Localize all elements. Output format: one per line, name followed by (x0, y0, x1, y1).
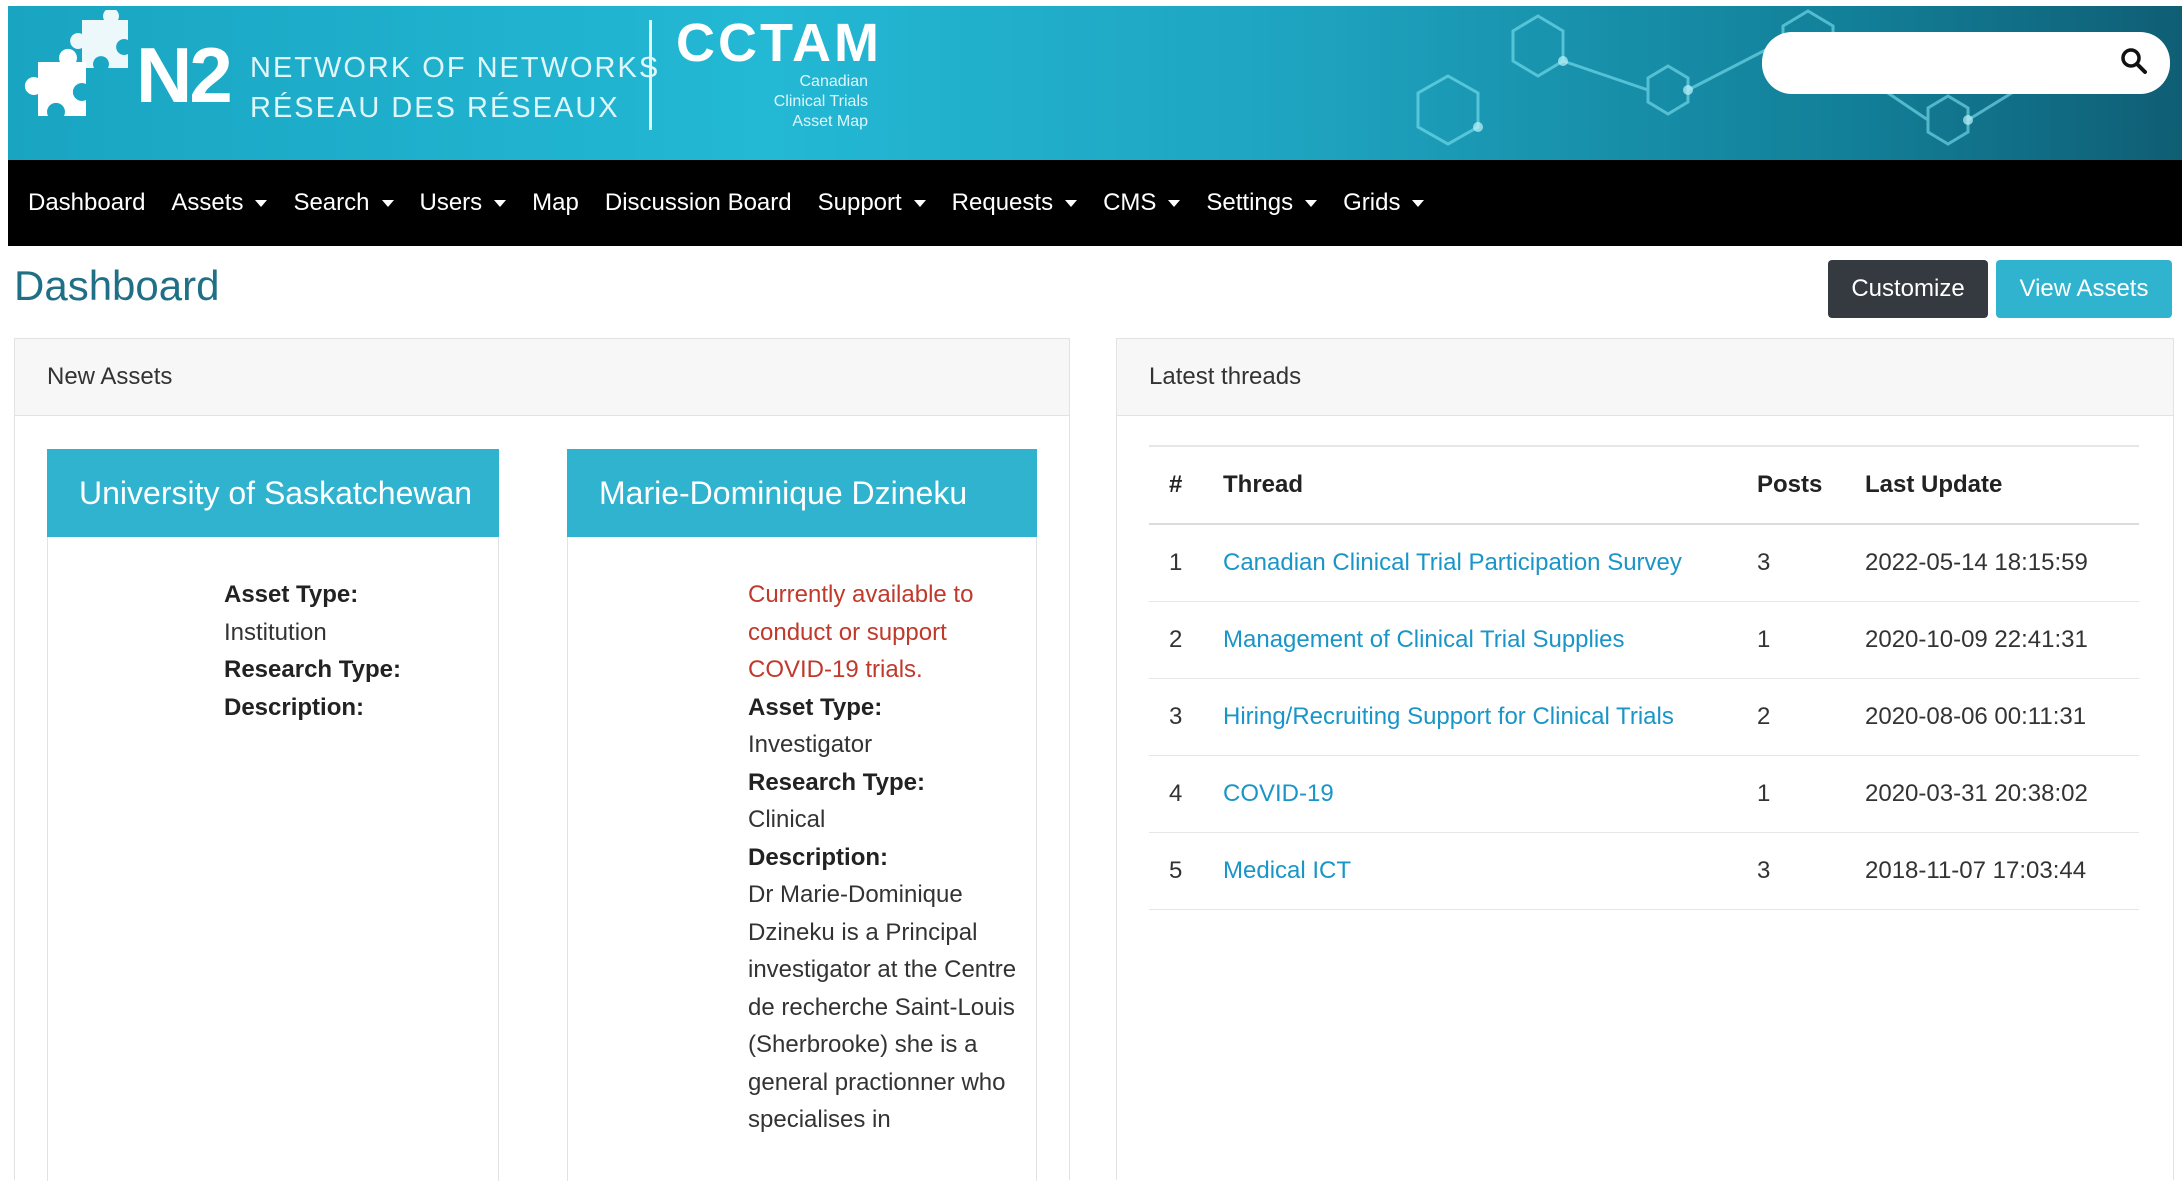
table-row: 4 COVID-19 1 2020-03-31 20:38:02 (1149, 755, 2139, 833)
research-type-value: Clinical (748, 806, 826, 833)
nav-label: Requests (951, 189, 1054, 216)
new-assets-panel: New Assets University of Saskatchewan As… (14, 338, 1070, 1181)
cctam-subtitle-line: Canadian (799, 73, 869, 90)
thread-link[interactable]: Hiring/Recruiting Support for Clinical T… (1223, 703, 1674, 730)
thread-posts: 2 (1757, 678, 1865, 756)
logo-divider (649, 20, 652, 130)
caret-down-icon (913, 199, 926, 207)
column-header-posts: Posts (1757, 445, 1865, 525)
thread-posts: 1 (1757, 755, 1865, 833)
nav-support[interactable]: Support (818, 189, 926, 217)
nav-label: Discussion Board (604, 189, 792, 216)
caret-down-icon (494, 199, 507, 207)
cctam-subtitle-line: Asset Map (792, 113, 868, 130)
nav-label: Users (419, 189, 483, 216)
nav-dashboard[interactable]: Dashboard (28, 189, 145, 217)
thread-link[interactable]: Medical ICT (1223, 857, 1351, 884)
thread-last-update: 2020-10-09 22:41:31 (1865, 601, 2139, 679)
nav-label: Support (817, 189, 902, 216)
latest-threads-panel: Latest threads # Thread Posts Last Updat… (1116, 338, 2174, 1180)
cctam-logo-text: CCTAM (676, 13, 882, 73)
description-label: Description: (224, 693, 365, 721)
caret-down-icon (255, 199, 268, 207)
thread-number: 5 (1149, 832, 1223, 910)
thread-number: 2 (1149, 601, 1223, 679)
caret-down-icon (381, 199, 394, 207)
thread-link[interactable]: COVID-19 (1223, 780, 1334, 807)
thread-link[interactable]: Management of Clinical Trial Supplies (1223, 626, 1625, 653)
thread-last-update: 2020-08-06 00:11:31 (1865, 678, 2139, 756)
network-of-networks-text: NETWORK OF NETWORKS (250, 52, 661, 84)
asset-card[interactable]: University of Saskatchewan Asset Type: I… (47, 449, 499, 1181)
asset-details: Asset Type: Institution Research Type: D… (224, 576, 484, 726)
new-assets-header: New Assets (15, 339, 1069, 416)
search-input[interactable] (1762, 32, 2170, 94)
thread-posts: 3 (1757, 524, 1865, 602)
covid-availability-note: Currently available to conduct or suppor… (748, 581, 974, 683)
customize-button[interactable]: Customize (1828, 260, 1988, 318)
asset-type-label: Asset Type: (224, 581, 359, 608)
cctam-subtitle-line: Clinical Trials (773, 93, 868, 110)
nav-label: Settings (1206, 189, 1294, 216)
nav-discussion-board[interactable]: Discussion Board (605, 189, 792, 217)
asset-card[interactable]: Marie-Dominique Dzineku Currently availa… (567, 449, 1037, 1181)
thread-number: 1 (1149, 524, 1223, 602)
nav-settings[interactable]: Settings (1206, 189, 1318, 217)
main-nav: Dashboard Assets Search Users Map Discus… (8, 160, 2182, 246)
nav-label: Assets (171, 189, 244, 216)
research-type-label: Research Type: (224, 656, 401, 683)
thread-posts: 3 (1757, 832, 1865, 910)
caret-down-icon (1305, 199, 1318, 207)
column-header-number: # (1149, 445, 1223, 525)
nav-users[interactable]: Users (420, 189, 507, 217)
asset-name[interactable]: University of Saskatchewan (47, 449, 499, 537)
puzzle-logo-icon (24, 10, 128, 116)
thread-last-update: 2018-11-07 17:03:44 (1865, 832, 2139, 910)
nav-cms[interactable]: CMS (1103, 189, 1181, 217)
nav-requests[interactable]: Requests (951, 189, 1078, 217)
asset-type-value: Investigator (748, 731, 873, 758)
research-type-label: Research Type: (748, 768, 925, 796)
thread-link[interactable]: Canadian Clinical Trial Participation Su… (1223, 549, 1682, 576)
caret-down-icon (1065, 199, 1078, 207)
description-value: Dr Marie-Dominique Dzineku is a Principa… (748, 881, 1017, 1133)
nav-label: Grids (1343, 189, 1401, 216)
threads-table: # Thread Posts Last Update 1 Canadian Cl… (1149, 445, 2139, 910)
thread-last-update: 2022-05-14 18:15:59 (1865, 524, 2139, 602)
nav-label: Search (293, 189, 370, 216)
table-row: 1 Canadian Clinical Trial Participation … (1149, 524, 2139, 602)
thread-number: 4 (1149, 755, 1223, 833)
nav-label: CMS (1103, 189, 1157, 216)
asset-type-label: Asset Type: (748, 693, 883, 721)
asset-name[interactable]: Marie-Dominique Dzineku (567, 449, 1037, 537)
thread-number: 3 (1149, 678, 1223, 756)
asset-type-value: Institution (224, 618, 327, 646)
column-header-thread: Thread (1223, 445, 1757, 525)
caret-down-icon (1412, 199, 1425, 207)
n2-logo-text: N2 (136, 31, 233, 119)
thread-last-update: 2020-03-31 20:38:02 (1865, 755, 2139, 833)
view-assets-button[interactable]: View Assets (1996, 260, 2172, 318)
description-label: Description: (748, 843, 889, 871)
table-row: 3 Hiring/Recruiting Support for Clinical… (1149, 678, 2139, 756)
search-icon[interactable] (2119, 46, 2149, 76)
table-row: 5 Medical ICT 3 2018-11-07 17:03:44 (1149, 832, 2139, 910)
page-title: Dashboard (14, 262, 220, 309)
nav-label: Dashboard (28, 189, 146, 216)
nav-search[interactable]: Search (293, 189, 394, 217)
nav-map[interactable]: Map (532, 189, 579, 217)
reseau-des-reseaux-text: RÉSEAU DES RÉSEAUX (250, 92, 620, 124)
nav-label: Map (532, 189, 579, 216)
nav-assets[interactable]: Assets (171, 189, 268, 217)
table-row: 2 Management of Clinical Trial Supplies … (1149, 601, 2139, 679)
cctam-subtitle: Canadian Clinical Trials Asset Map (708, 72, 868, 132)
thread-posts: 1 (1757, 601, 1865, 679)
column-header-last-update: Last Update (1865, 445, 2139, 525)
nav-grids[interactable]: Grids (1343, 189, 1425, 217)
caret-down-icon (1168, 199, 1181, 207)
asset-details: Currently available to conduct or suppor… (748, 576, 1018, 1139)
table-header-row: # Thread Posts Last Update (1149, 445, 2139, 525)
latest-threads-header: Latest threads (1117, 339, 2173, 416)
